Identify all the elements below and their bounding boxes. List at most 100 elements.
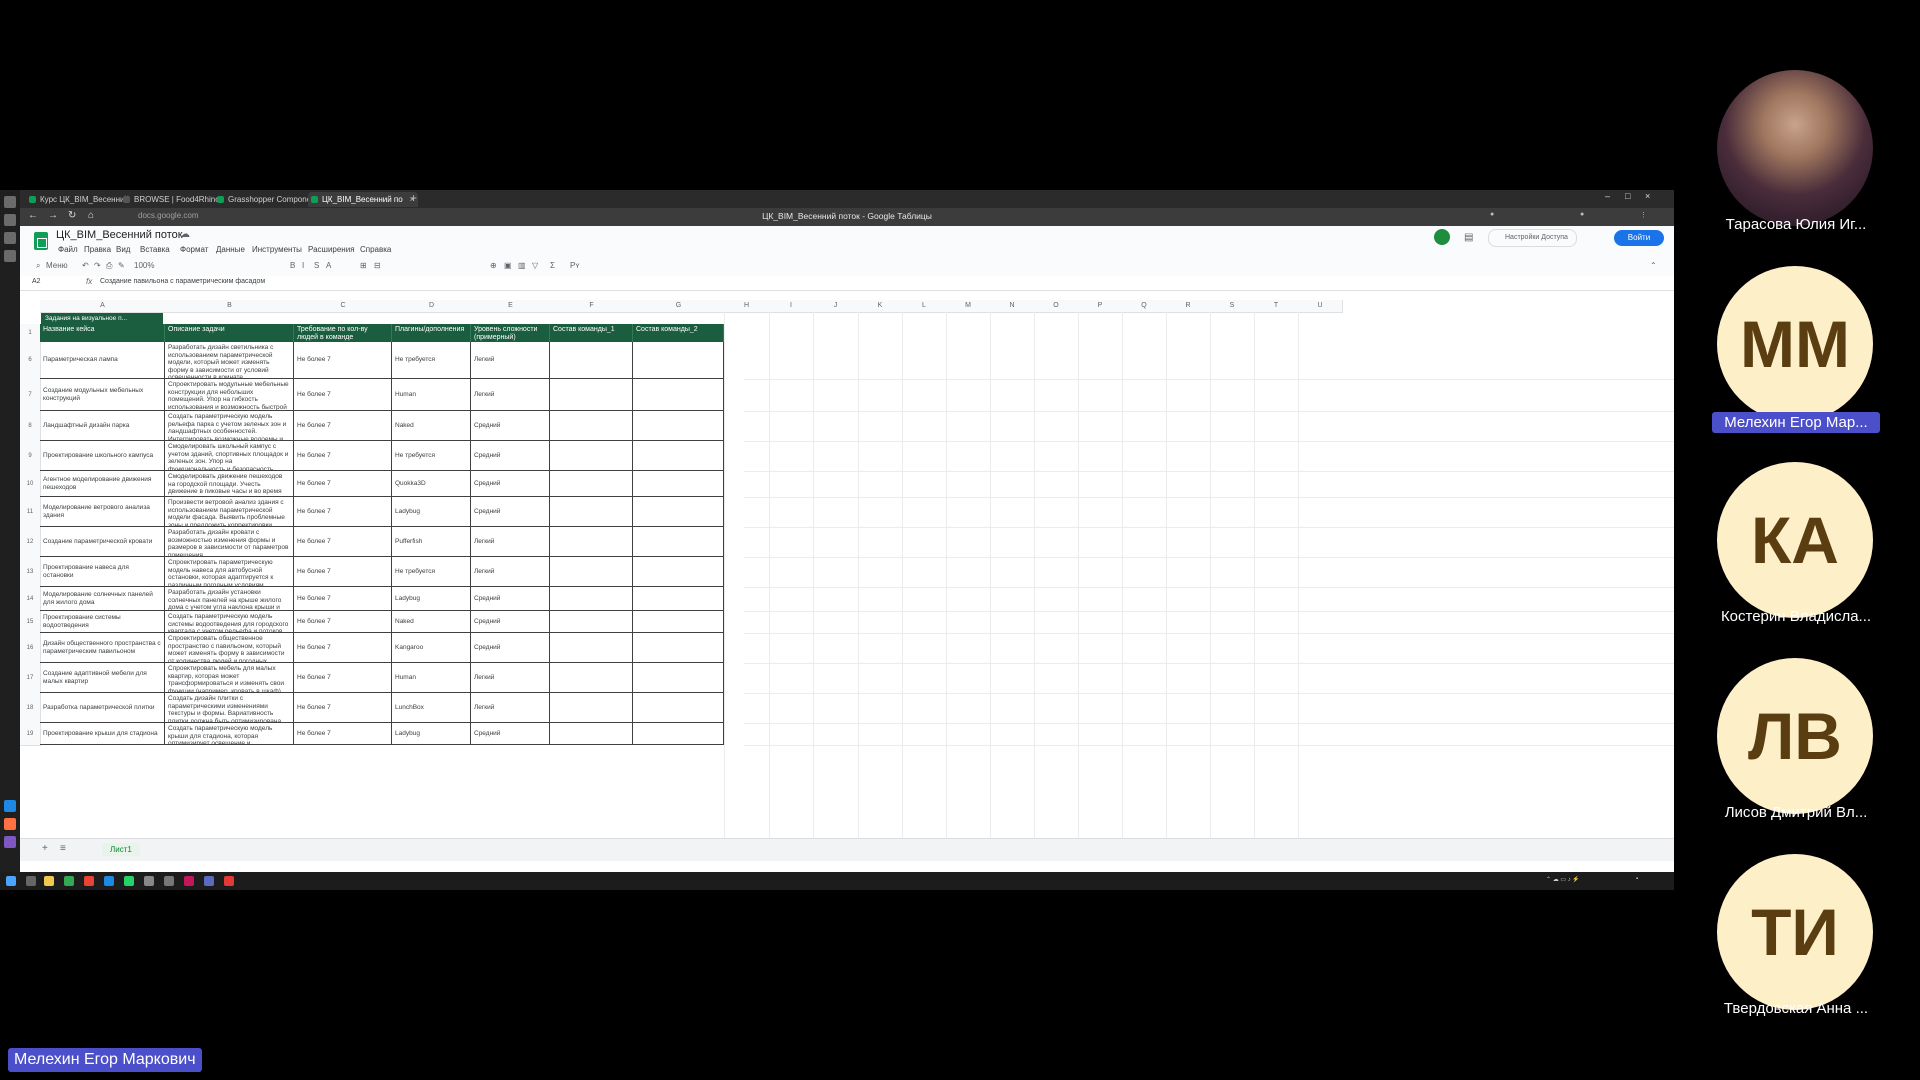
italic-icon[interactable]: I [302,261,304,270]
browser-tab[interactable]: Курс ЦК_BIM_Весенний [26,192,130,207]
menu-help[interactable]: Справка [360,245,391,254]
table-cell[interactable]: Смоделировать движение пешеходов на горо… [165,471,294,497]
row-number[interactable]: 16 [20,633,41,664]
acrobat-icon[interactable] [224,876,234,886]
sheet-tab[interactable]: Лист1 [102,843,140,856]
column-header[interactable]: G [633,300,725,313]
app-icon[interactable] [4,836,16,848]
menu-view[interactable]: Вид [116,245,130,254]
yandex-icon[interactable] [84,876,94,886]
comment-icon[interactable]: ▣ [504,261,512,270]
start-icon[interactable] [6,876,16,886]
column-header[interactable]: J [813,300,859,313]
column-header[interactable]: R [1166,300,1211,313]
participant-tile[interactable]: ТИ Твердовская Анна ... [1712,854,1880,1044]
input-tools-icon[interactable]: Рʏ [570,261,580,270]
column-header[interactable]: A [40,300,166,313]
table-cell[interactable]: Средний [471,633,550,663]
app-icon[interactable] [144,876,154,886]
table-cell[interactable]: Не более 7 [294,587,392,611]
table-cell[interactable] [550,611,633,633]
table-cell[interactable]: Разработать дизайн кровати с возможность… [165,527,294,557]
table-cell[interactable]: Средний [471,723,550,745]
app-icon[interactable] [104,876,114,886]
table-cell[interactable] [550,411,633,441]
login-button[interactable]: Войти [1614,230,1664,246]
table-cell[interactable]: Не более 7 [294,471,392,497]
table-cell[interactable]: Спроектировать общественное пространство… [165,633,294,663]
table-cell[interactable] [633,663,724,693]
table-cell[interactable]: Проектирование школьного кампуса [40,441,165,471]
table-cell[interactable]: Ladybug [392,723,471,745]
table-cell[interactable]: Агентное моделирование движения пешеходо… [40,471,165,497]
column-header[interactable]: O [1034,300,1079,313]
table-cell[interactable]: Средний [471,411,550,441]
table-cell[interactable]: Спроектировать модульные мебельные конст… [165,379,294,411]
table-cell[interactable]: Не более 7 [294,411,392,441]
table-cell[interactable]: Легкий [471,342,550,379]
table-cell[interactable]: Quokka3D [392,471,471,497]
table-cell[interactable] [633,587,724,611]
column-header[interactable]: N [990,300,1035,313]
maximize-icon[interactable]: □ [1625,191,1630,201]
table-cell[interactable]: Не более 7 [294,611,392,633]
table-cell[interactable]: Ladybug [392,587,471,611]
table-cell[interactable]: Спроектировать мебель для малых квартир,… [165,663,294,693]
table-cell[interactable] [633,693,724,723]
table-cell[interactable]: Спроектировать параметрическую модель на… [165,557,294,587]
table-cell[interactable] [633,379,724,411]
row-number[interactable]: 8 [20,411,41,442]
functions-icon[interactable]: Σ [550,261,555,270]
column-header[interactable]: P [1078,300,1123,313]
column-header[interactable]: T [1254,300,1299,313]
participant-tile[interactable]: ЛВ Лисов Дмитрий Вл... [1712,658,1880,848]
table-cell[interactable]: Не более 7 [294,663,392,693]
table-cell[interactable]: Не более 7 [294,693,392,723]
menu-data[interactable]: Данные [216,245,245,254]
app-icon[interactable] [204,876,214,886]
column-header[interactable]: L [902,300,947,313]
browser-tab[interactable]: BROWSE | Food4Rhino [120,192,224,207]
table-cell[interactable] [633,633,724,663]
clock[interactable]: ▪ [1636,876,1638,882]
table-cell[interactable] [550,557,633,587]
undo-icon[interactable]: ↶ [82,261,89,270]
row-number[interactable]: 18 [20,693,41,724]
app-icon[interactable] [164,876,174,886]
browser-tab-active[interactable]: ЦК_BIM_Весенний по × [308,192,418,207]
menu-icon[interactable]: ⋮ [1640,211,1647,219]
table-cell[interactable]: Проектирование крыши для стадиона [40,723,165,745]
table-cell[interactable]: Разработка параметрической плитки [40,693,165,723]
column-header[interactable]: C [294,300,393,313]
app-icon[interactable] [4,196,16,208]
borders-icon[interactable]: ⊞ [360,261,367,270]
row-number[interactable]: 7 [20,379,41,412]
table-cell[interactable] [550,379,633,411]
menu-extensions[interactable]: Расширения [308,245,355,254]
table-cell[interactable]: Создать параметрическую модель системы в… [165,611,294,633]
column-header[interactable]: H [724,300,770,313]
bold-icon[interactable]: B [290,261,295,270]
participant-tile[interactable]: Тарасова Юлия Иг... [1712,70,1880,260]
table-cell[interactable]: Kangaroo [392,633,471,663]
table-cell[interactable]: Pufferfish [392,527,471,557]
table-cell[interactable]: Разработать дизайн установки солнечных п… [165,587,294,611]
table-cell[interactable]: Проектирование навеса для остановки [40,557,165,587]
new-tab-icon[interactable]: + [410,191,417,205]
explorer-icon[interactable] [44,876,54,886]
doc-title[interactable]: ЦК_BIM_Весенний поток [56,229,183,241]
system-tray[interactable]: ⌃ ☁ ▭ ♪ ⚡ [1546,876,1580,883]
browser-tab[interactable]: Grasshopper Component [214,192,318,207]
participant-tile[interactable]: ММ Мелехин Егор Мар... [1712,266,1880,456]
menu-tools[interactable]: Инструменты [252,245,302,254]
column-header[interactable]: D [392,300,472,313]
telegram-icon[interactable] [4,800,16,812]
print-icon[interactable]: ⎙ [106,261,112,271]
text-color-icon[interactable]: A [326,261,331,270]
row-number[interactable]: 13 [20,557,41,588]
table-cell[interactable]: Ландшафтный дизайн парка [40,411,165,441]
table-cell[interactable] [633,342,724,379]
table-cell[interactable]: Разработать дизайн светильника с использ… [165,342,294,379]
table-cell[interactable] [550,441,633,471]
table-cell[interactable]: Средний [471,441,550,471]
